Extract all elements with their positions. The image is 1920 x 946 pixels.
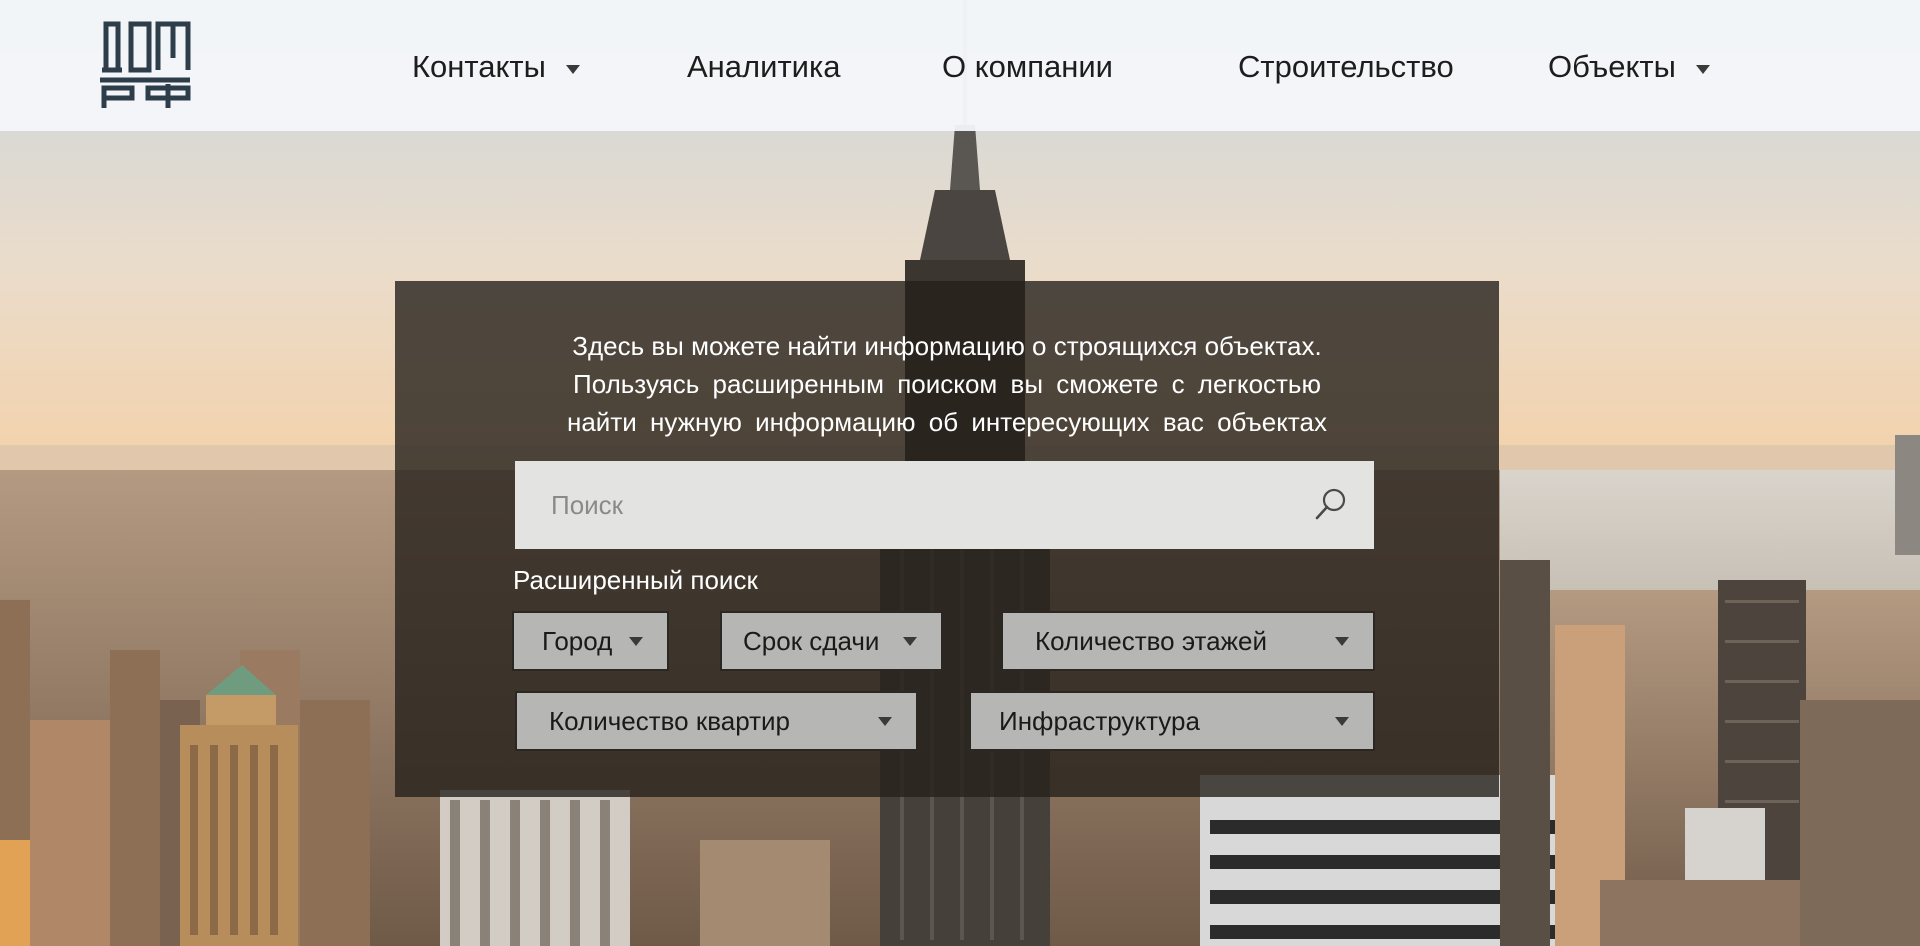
chevron-down-icon — [1335, 636, 1349, 646]
filter-deadline-dropdown[interactable]: Срок сдачи — [720, 611, 943, 671]
dom-rf-logo[interactable] — [98, 18, 192, 110]
filter-floors-label: Количество этажей — [1035, 625, 1267, 656]
search-field[interactable] — [515, 461, 1374, 549]
nav-contacts[interactable]: Контакты — [412, 45, 580, 89]
chevron-down-icon — [565, 64, 580, 74]
intro-text: Здесь вы можете найти информацию о строя… — [515, 327, 1379, 441]
nav-contacts-label: Контакты — [412, 49, 546, 84]
nav-objects-label: Объекты — [1548, 49, 1676, 84]
filter-apartments-dropdown[interactable]: Количество квартир — [515, 691, 918, 751]
filter-floors-dropdown[interactable]: Количество этажей — [1001, 611, 1375, 671]
intro-line: Пользуясь расширенным поиском вы сможете… — [573, 369, 1321, 399]
chevron-down-icon — [903, 636, 917, 646]
chevron-down-icon — [629, 636, 643, 646]
nav-about-label: О компании — [942, 49, 1113, 84]
nav-objects[interactable]: Объекты — [1548, 45, 1710, 89]
nav-about[interactable]: О компании — [942, 45, 1113, 89]
nav-analytics[interactable]: Аналитика — [687, 45, 840, 89]
chevron-down-icon — [1335, 716, 1349, 726]
filter-deadline-label: Срок сдачи — [743, 625, 880, 656]
filter-city-label: Город — [542, 625, 613, 656]
search-input[interactable] — [515, 461, 1311, 549]
nav-construction-label: Строительство — [1238, 49, 1454, 84]
site-header: Контакты Аналитика О компании Строительс… — [0, 0, 1920, 131]
filter-infrastructure-dropdown[interactable]: Инфраструктура — [969, 691, 1375, 751]
chevron-down-icon — [878, 716, 892, 726]
search-icon[interactable] — [1314, 487, 1348, 521]
intro-line: найти нужную информацию об интересующих … — [566, 407, 1328, 437]
chevron-down-icon — [1695, 64, 1710, 74]
filter-infrastructure-label: Инфраструктура — [999, 705, 1200, 736]
nav-analytics-label: Аналитика — [687, 49, 841, 84]
filter-apartments-label: Количество квартир — [549, 705, 790, 736]
search-panel: Здесь вы можете найти информацию о строя… — [395, 281, 1499, 797]
advanced-search-label: Расширенный поиск — [513, 565, 758, 595]
filter-city-dropdown[interactable]: Город — [512, 611, 669, 671]
intro-line: Здесь вы можете найти информацию о строя… — [572, 331, 1322, 361]
nav-construction[interactable]: Строительство — [1238, 45, 1454, 89]
